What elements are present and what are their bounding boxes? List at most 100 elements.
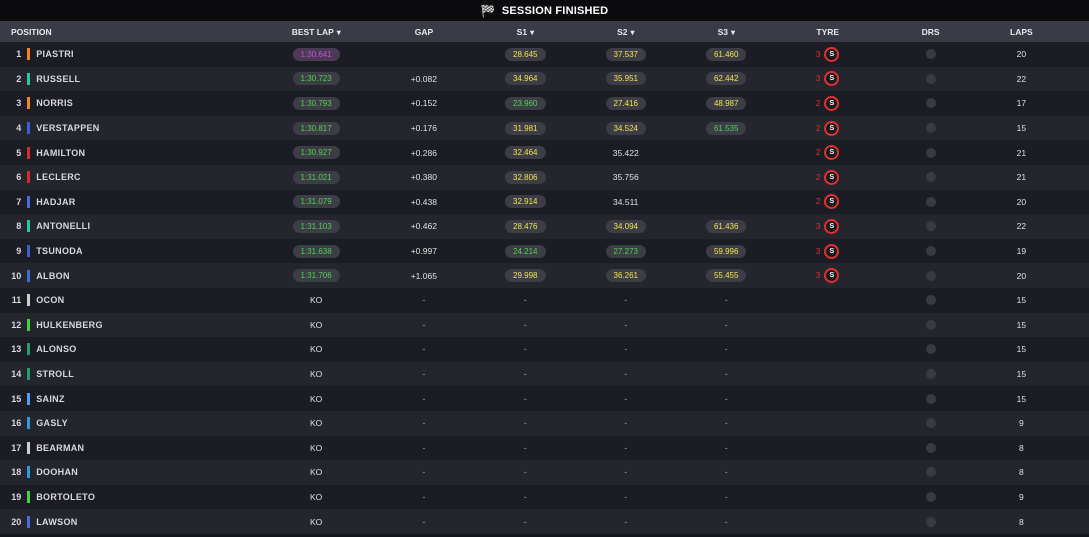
column-laps[interactable]: LAPS [954,27,1089,37]
drs-cell [907,73,953,84]
team-color-bar [27,515,31,528]
best-lap-value: KO [309,467,323,478]
position-number: 19 [11,491,22,502]
table-row[interactable]: 8 ANTONELLI 1:31.103 +0.462 28.476 34.094 61.4… [0,214,1089,239]
s3-value: - [724,491,728,502]
position-number: 5 [16,147,22,158]
table-row[interactable]: 13 ALONSO KO - - - - 15 [0,337,1089,362]
best-lap-cell: KO [288,320,344,330]
table-row[interactable]: 7 HADJAR 1:31.079 +0.438 32.914 34.511 2 S 20 [0,189,1089,215]
s2-cell: - [547,418,704,428]
position-number: 8 [16,221,22,232]
drs-indicator [925,172,936,183]
driver-name: BORTOLETO [36,491,96,502]
drs-indicator [925,442,936,453]
table-row[interactable]: 12 HULKENBERG KO - - - - 15 [0,312,1089,338]
tyre-cell: 2S [748,120,907,136]
tyre-cell: 3S [748,218,907,234]
table-row[interactable]: 17 BEARMAN KO - - - - 8 [0,435,1089,461]
gap-cell: - [344,295,503,305]
s3-cell: - [704,320,747,330]
driver-name-cell: STROLL [27,368,288,381]
s1-cell: - [504,492,547,502]
table-row[interactable]: 15 SAINZ KO - - - - 15 [0,386,1089,411]
table-row[interactable]: 5 HAMILTON 1:30.927 +0.286 32.464 35.422 2 S 21 [0,140,1089,165]
column-s1[interactable]: S1 ▾ [504,27,547,37]
tyre-cell: 2S [748,169,907,185]
gap-value: - [422,319,426,330]
table-row[interactable]: 4 VERSTAPPEN 1:30.817 +0.176 31.981 34.524 61.… [0,115,1089,141]
gap-value: +0.176 [410,123,437,134]
position-number: 7 [16,196,22,207]
table-row[interactable]: 9 TSUNODA 1:31.638 +0.997 24.214 27.273 59.996… [0,238,1089,264]
gap-cell: +0.462 [344,221,503,231]
s3-value: 61.460 [705,47,747,61]
drs-cell [907,246,953,257]
laps-value: 21 [1016,172,1027,183]
drs-cell [907,98,953,109]
s3-value: - [724,516,728,527]
gap-value: - [422,491,426,502]
table-row[interactable]: 10 ALBON 1:31.706 +1.065 29.998 36.261 55.455 3… [0,263,1089,288]
drs-cell [907,270,953,281]
column-s2[interactable]: S2 ▾ [547,27,704,37]
s2-cell: - [547,394,704,404]
table-row[interactable]: 16 GASLY KO - - - - 9 [0,410,1089,436]
tyre-age: 2 [815,123,821,133]
driver-name: NORRIS [36,98,74,109]
driver-name-cell: HAMILTON [27,146,288,159]
table-row[interactable]: 1 PIASTRI 1:30.641 28.645 37.537 61.460 3 S 20 [0,42,1089,67]
table-row[interactable]: 20 LAWSON KO - - - - 8 [0,509,1089,534]
table-row[interactable]: 6 LECLERC 1:31.021 +0.380 32.806 35.756 2 S 21 [0,164,1089,190]
team-color-bar [27,441,31,454]
column-tyre[interactable]: TYRE [748,27,907,37]
s2-cell: - [547,467,704,477]
best-lap-value: 1:30.793 [292,96,340,110]
table-row[interactable]: 18 DOOHAN KO - - - - 8 [0,460,1089,485]
gap-cell: +0.176 [344,123,503,133]
s3-value: - [724,319,728,330]
table-row[interactable]: 11 OCON KO - - - - 15 [0,287,1089,313]
best-lap-cell: 1:31.103 [288,219,344,233]
column-best-lap[interactable]: BEST LAP ▾ [288,27,344,37]
driver-name: OCON [36,295,65,306]
best-lap-value: KO [309,295,323,306]
column-s3[interactable]: S3 ▾ [705,27,748,37]
table-row[interactable]: 2 RUSSELL 1:30.723 +0.082 34.964 35.951 62.442… [0,66,1089,92]
s3-value: - [724,344,728,355]
s2-value: 34.094 [605,219,646,233]
driver-name-cell: HULKENBERG [27,318,288,331]
s2-value: 35.756 [612,172,639,183]
laps-value: 8 [1018,467,1024,478]
best-lap-value: KO [309,491,323,502]
best-lap-value: KO [309,319,323,330]
s2-cell: 37.537 [547,47,704,61]
drs-indicator [925,246,936,257]
gap-value: - [422,295,426,306]
table-row[interactable]: 14 STROLL KO - - - - 15 [0,361,1089,387]
column-drs[interactable]: DRS [907,27,953,37]
s2-value: 37.537 [605,47,646,61]
best-lap-cell: 1:31.021 [288,170,344,184]
s2-value: 34.524 [605,121,646,135]
drs-cell [907,516,953,527]
tyre-cell: 3S [748,46,907,62]
s2-cell: 35.951 [547,72,704,86]
s3-cell: 59.996 [704,244,747,258]
column-position[interactable]: POSITION [0,27,288,37]
gap-value: +0.380 [410,172,437,183]
column-gap[interactable]: GAP [344,27,503,37]
gap-cell: - [344,517,503,527]
s2-value: 27.416 [605,96,646,110]
tyre-age: 3 [815,74,821,84]
driver-name-cell: PIASTRI [27,48,288,61]
s1-cell: 28.645 [504,47,547,61]
tyre-age: 2 [815,148,821,158]
best-lap-cell: 1:30.793 [288,96,344,110]
table-row[interactable]: 19 BORTOLETO KO - - - - 9 [0,484,1089,510]
table-row[interactable]: 3 NORRIS 1:30.793 +0.152 23.960 27.416 48.987 2… [0,91,1089,116]
drs-cell [907,319,953,330]
s1-value: 32.914 [505,195,546,209]
laps-value: 21 [1016,147,1027,158]
gap-cell: - [344,418,503,428]
